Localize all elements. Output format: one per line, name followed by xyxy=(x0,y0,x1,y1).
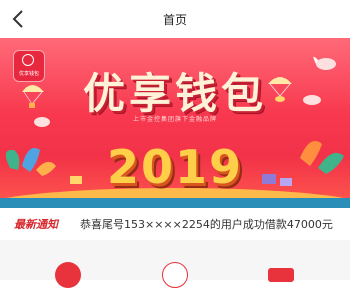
banner-year: 2019 xyxy=(106,140,244,194)
banner-subtitle: 上市金控集团旗下金融品牌 xyxy=(132,116,217,123)
banner-headline: 优享钱包 xyxy=(82,69,267,118)
page-title: 首页 xyxy=(162,13,187,27)
calculator-icon[interactable] xyxy=(55,262,81,288)
promo-banner[interactable]: 优享钱包 优享钱包 上市金控集团旗下金融品牌 2019 xyxy=(0,38,350,208)
notice-text: 恭喜尾号153××××2254的用户成功借款47000元 xyxy=(80,218,333,231)
yuan-icon[interactable] xyxy=(162,262,188,288)
quick-actions xyxy=(0,240,350,288)
notice-tag: 最新通知 xyxy=(14,218,58,231)
notice-bar[interactable]: 最新通知 恭喜尾号153××××2254的用户成功借款47000元 xyxy=(0,208,350,241)
nav-bar: 首页 xyxy=(0,0,350,38)
banner-water xyxy=(0,198,350,208)
